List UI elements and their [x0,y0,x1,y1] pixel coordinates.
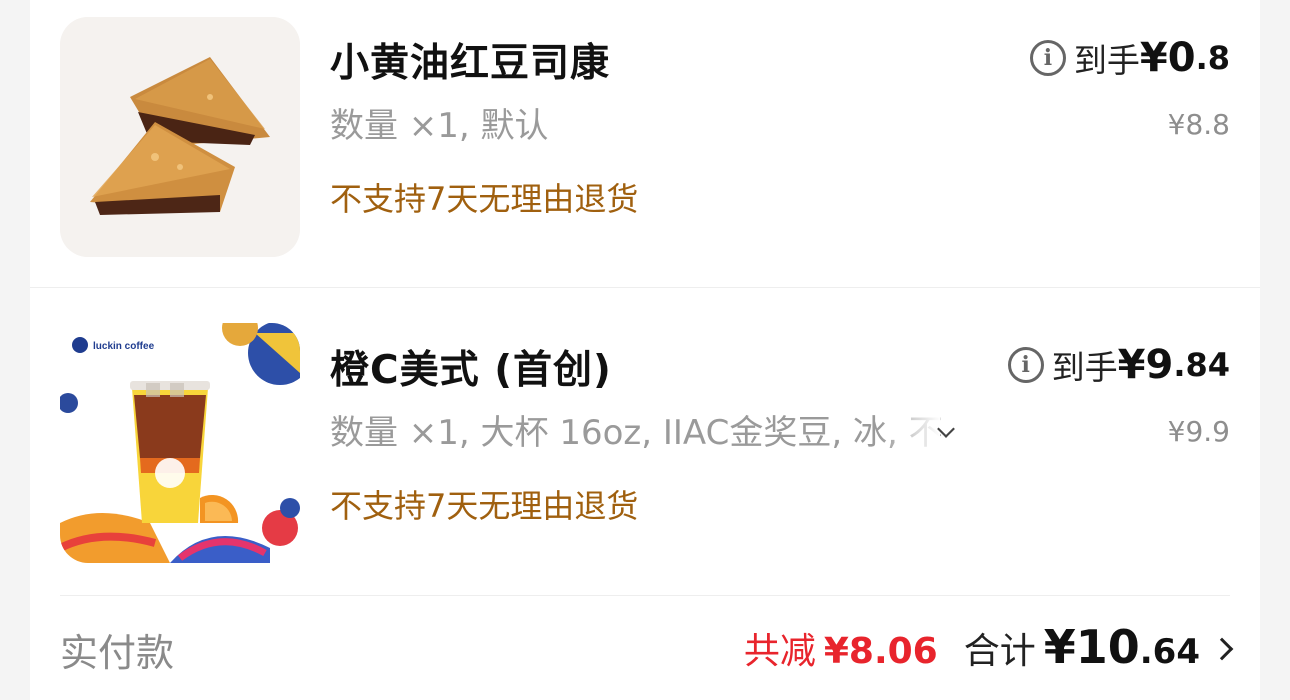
net-price-label: 到手 [1051,348,1118,387]
net-price-int: ¥0 [1139,35,1196,81]
info-icon[interactable]: i [1007,347,1044,383]
product-image-coffee[interactable]: luckin coffee [60,323,300,563]
product-title: 橙C美式 (首创) [330,348,612,393]
actual-payment-label: 实付款 [60,631,175,675]
net-price: i 到手 ¥9 .84 [1007,341,1230,389]
total-dec: .64 [1139,632,1200,672]
net-price: i 到手 ¥0 .8 [1029,34,1230,82]
product-spec: 数量 ×1, 大杯 16oz, IIAC金奖豆, 冰, 不 [330,405,970,454]
total-label: 合计 [963,631,1036,672]
original-price: ¥8.8 [1167,108,1230,141]
payment-summary[interactable]: 实付款 共减 ¥8.06 合计 ¥10 .64 [60,595,1234,700]
discount-value: ¥8.06 [823,631,938,672]
return-policy: 不支持7天无理由退货 [330,487,639,525]
return-policy: 不支持7天无理由退货 [330,180,639,218]
info-icon[interactable]: i [1029,40,1066,76]
order-items-card: 小黄油红豆司康 数量 ×1, 默认 不支持7天无理由退货 i 到手 ¥0 .8 … [30,0,1260,700]
total-int: ¥10 [1043,620,1140,674]
net-price-dec: .84 [1173,346,1230,384]
product-spec: 数量 ×1, 默认 [330,106,549,146]
product-spec-text: 数量 ×1, 大杯 16oz, IIAC金奖豆, 冰, 不 [330,413,943,453]
net-price-int: ¥9 [1117,342,1174,388]
net-price-label: 到手 [1073,41,1140,80]
order-item[interactable]: luckin coffee 橙C美式 (首创) 数量 ×1, 大杯 16oz, … [30,289,1260,595]
order-item[interactable]: 小黄油红豆司康 数量 ×1, 默认 不支持7天无理由退货 i 到手 ¥0 .8 … [30,0,1260,288]
discount-label: 共减 [743,631,816,672]
net-price-dec: .8 [1195,39,1230,77]
product-title: 小黄油红豆司康 [330,41,611,86]
total-summary[interactable]: 共减 ¥8.06 合计 ¥10 .64 [743,620,1234,674]
product-image-scone[interactable] [60,17,300,257]
chevron-right-icon[interactable] [1210,637,1234,661]
original-price: ¥9.9 [1167,415,1230,448]
brand-text: luckin coffee [93,341,155,352]
